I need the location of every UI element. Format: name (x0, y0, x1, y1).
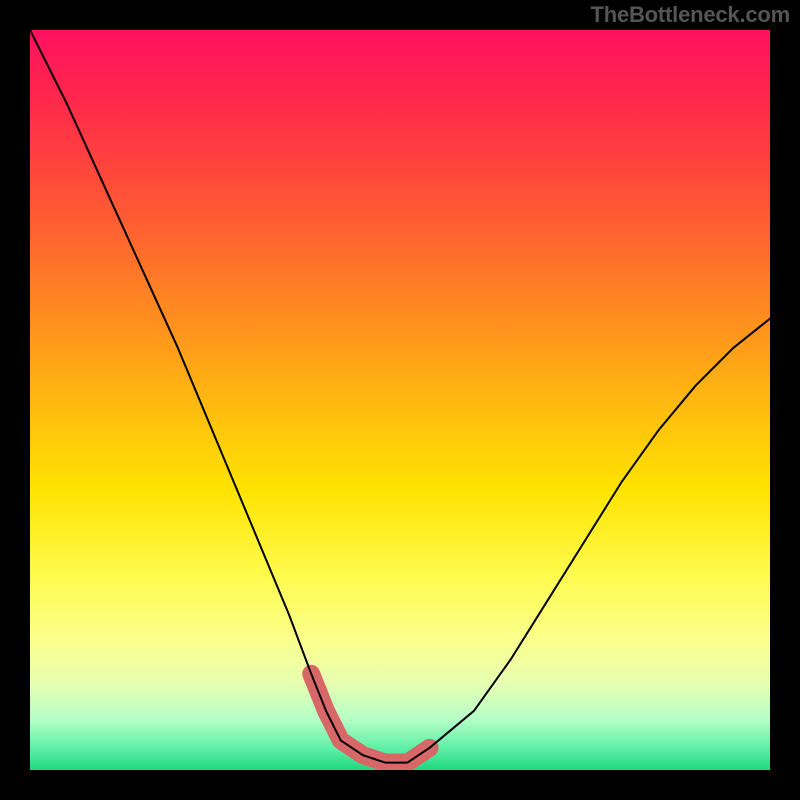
bottleneck-curve-line (30, 30, 770, 763)
curve-svg (30, 30, 770, 770)
plot-area (30, 30, 770, 770)
watermark-text: TheBottleneck.com (590, 2, 790, 28)
chart-frame: TheBottleneck.com (0, 0, 800, 800)
